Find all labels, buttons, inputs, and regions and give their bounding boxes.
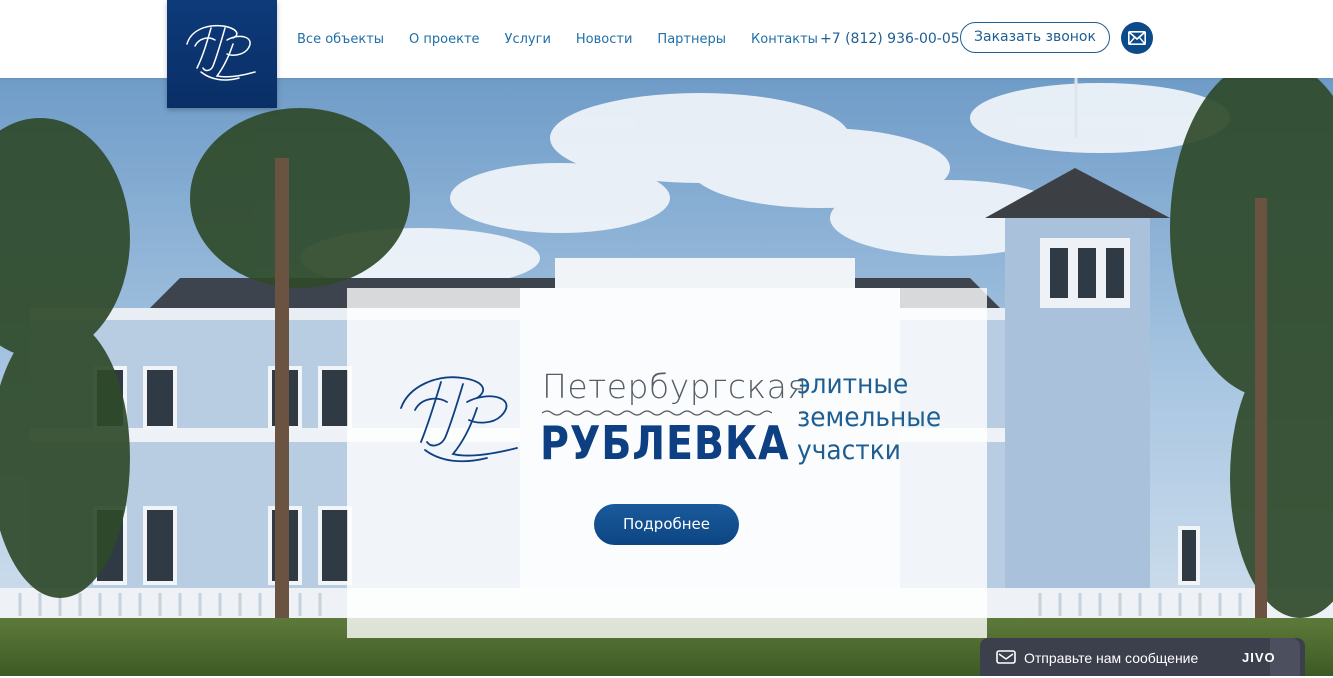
- nav-partners[interactable]: Партнеры: [657, 30, 726, 50]
- more-button[interactable]: Подробнее: [594, 504, 739, 545]
- nav-contacts[interactable]: Контакты: [751, 30, 818, 50]
- brand-title-top: Петербургская: [542, 367, 808, 406]
- monogram-logo-icon: [186, 24, 256, 81]
- jivo-logo: JIVO: [1242, 650, 1276, 665]
- chat-icon: [996, 650, 1016, 664]
- main-nav: Все объекты О проекте Услуги Новости Пар…: [297, 30, 843, 50]
- monogram-brand-icon: [400, 376, 518, 463]
- hero-promo-panel: Петербургская РУБЛЕВКА элитные земельные…: [347, 288, 987, 638]
- phone-number[interactable]: +7 (812) 936-00-05: [820, 29, 960, 49]
- tagline-line: участки: [797, 435, 901, 466]
- tagline-line: земельные: [797, 402, 942, 433]
- order-call-button[interactable]: Заказать звонок: [960, 22, 1110, 53]
- brand-tagline: элитные земельные участки: [797, 368, 963, 467]
- envelope-icon: [1128, 31, 1146, 45]
- nav-news[interactable]: Новости: [576, 30, 633, 50]
- nav-about[interactable]: О проекте: [409, 30, 480, 50]
- tagline-line: элитные: [797, 369, 909, 400]
- brand-title-main: РУБЛЕВКА: [540, 416, 790, 470]
- chat-widget[interactable]: Отправьте нам сообщение JIVO: [980, 638, 1305, 676]
- nav-services[interactable]: Услуги: [505, 30, 551, 50]
- chat-widget-label: Отправьте нам сообщение: [1024, 650, 1199, 666]
- site-logo[interactable]: [167, 0, 277, 108]
- hero-section: Петербургская РУБЛЕВКА элитные земельные…: [0, 78, 1333, 676]
- mail-button[interactable]: [1121, 22, 1153, 54]
- nav-all-objects[interactable]: Все объекты: [297, 30, 384, 50]
